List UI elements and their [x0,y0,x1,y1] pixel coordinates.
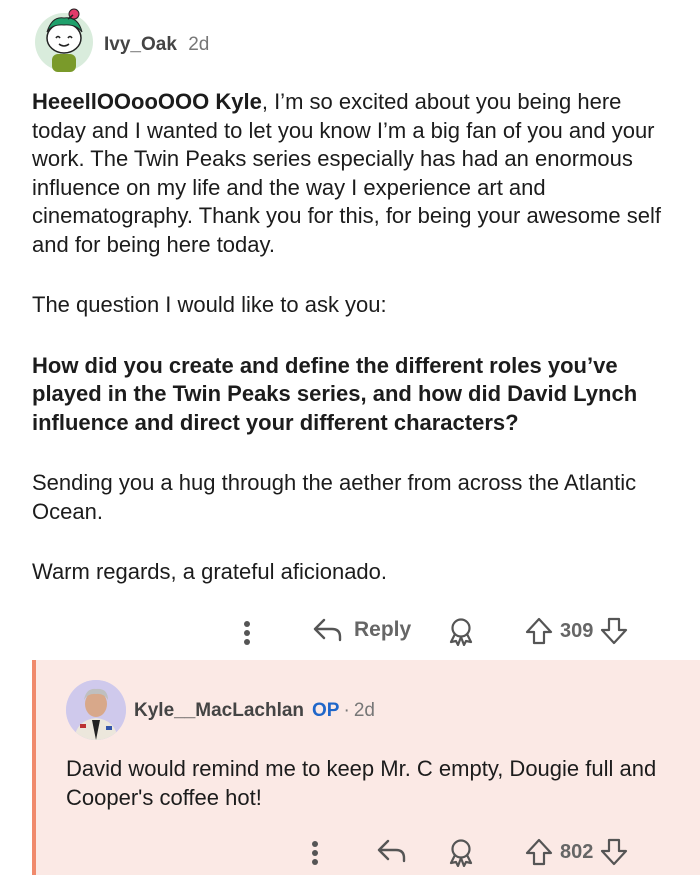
comment-paragraph: Warm regards, a grateful aficionado. [32,559,388,584]
comment-intro-text: , I’m so excited about you being here to… [32,89,661,257]
comment-meta: Ivy_Oak 2d [104,34,209,56]
more-options-button[interactable] [240,618,254,648]
upvote-arrow-icon[interactable] [524,616,554,646]
reply-arrow-icon [377,839,406,863]
reply-body: David would remind me to keep Mr. C empt… [66,756,657,810]
downvote-arrow-icon[interactable] [599,616,629,646]
more-vertical-icon [244,621,250,645]
comment-paragraph: HeeellOOooOOO Kyle, I’m so excited about… [32,88,672,259]
profile-photo-icon [66,680,126,740]
more-vertical-icon [312,841,318,865]
comment-question-text: How did you create and define the differ… [32,352,638,435]
meta-separator: · [343,700,350,721]
comment-greeting: HeeellOOooOOO Kyle [32,89,262,114]
comment-username[interactable]: Ivy_Oak [104,34,177,55]
user-avatar[interactable] [32,6,96,72]
upvote-arrow-icon[interactable] [524,837,554,867]
comment-question: How did you create and define the differ… [32,352,672,438]
award-icon [449,839,473,867]
reply-vote-score: 802 [560,840,594,863]
comment-paragraph: The question I would like to ask you: [32,292,387,317]
comment-age: 2d [188,34,210,55]
reply-label: Reply [354,618,412,641]
reply-vote-group: 802 [524,837,629,867]
comment-paragraph: Sending you a hug through the aether fro… [32,470,637,524]
snoo-avatar-icon [35,8,93,72]
reply-age: 2d [353,700,375,721]
reply-more-options-button[interactable] [308,838,322,868]
reply-award-button[interactable] [446,837,476,867]
vote-score: 309 [560,619,594,642]
vote-group: 309 [524,616,629,646]
op-badge: OP [312,700,340,721]
comment-body: HeeellOOooOOO Kyle, I’m so excited about… [32,88,672,587]
reply-user-avatar[interactable] [66,680,126,740]
reply-button[interactable]: Reply [312,616,411,644]
reply-arrow-icon [313,618,342,642]
reply-reply-button[interactable] [376,837,408,865]
award-button[interactable] [446,616,476,646]
comment-actions: Reply 309 [240,612,670,652]
reply-meta: Kyle__MacLachlan OP · 2d [134,700,375,722]
reply-username[interactable]: Kyle__MacLachlan [134,700,304,721]
reply-actions: 802 [298,834,670,874]
downvote-arrow-icon[interactable] [599,837,629,867]
award-icon [449,618,473,646]
